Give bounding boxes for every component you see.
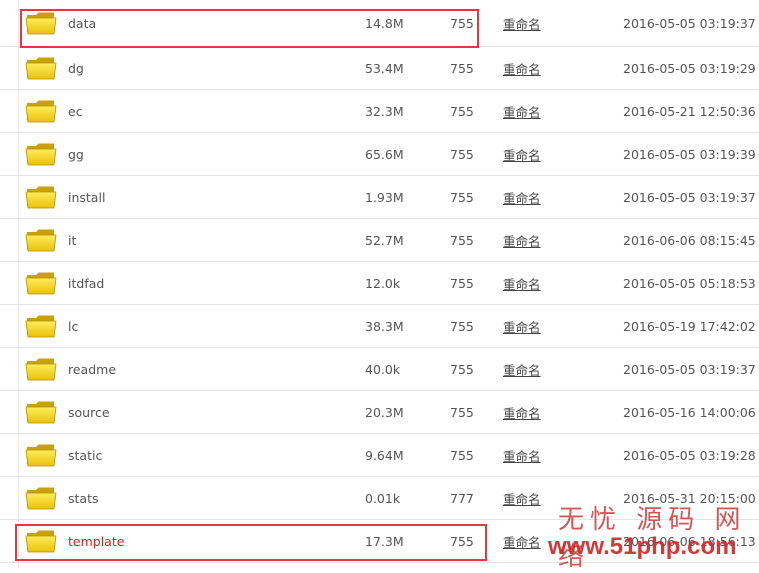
file-date: 2016-06-06 18:56:13 [623, 533, 756, 549]
file-date: 2016-05-05 03:19:29 [623, 60, 756, 76]
folder-icon [25, 176, 57, 218]
file-row[interactable]: template 17.3M 755 重命名 2016-06-06 18:56:… [0, 520, 759, 563]
file-permissions: 777 [450, 490, 474, 506]
file-permissions: 755 [450, 60, 474, 76]
file-name[interactable]: stats [68, 477, 99, 519]
file-permissions: 755 [450, 103, 474, 119]
folder-icon [25, 348, 57, 390]
folder-icon [25, 0, 57, 46]
file-permissions: 755 [450, 275, 474, 291]
file-date: 2016-05-05 03:19:37 [623, 15, 756, 31]
file-date: 2016-05-05 03:19:39 [623, 146, 756, 162]
file-size: 12.0k [365, 275, 401, 291]
folder-icon [25, 477, 57, 519]
rename-link[interactable]: 重命名 [503, 520, 541, 562]
file-row[interactable]: it 52.7M 755 重命名 2016-06-06 08:15:45 [0, 219, 759, 262]
file-size: 32.3M [365, 103, 404, 119]
file-permissions: 755 [450, 404, 474, 420]
file-date: 2016-05-21 12:50:36 [623, 103, 756, 119]
file-date: 2016-05-05 03:19:37 [623, 361, 756, 377]
file-row[interactable]: stats 0.01k 777 重命名 2016-05-31 20:15:00 [0, 477, 759, 520]
folder-icon [25, 219, 57, 261]
file-permissions: 755 [450, 447, 474, 463]
rename-link[interactable]: 重命名 [503, 219, 541, 261]
file-name[interactable]: data [68, 0, 96, 46]
file-row[interactable]: lc 38.3M 755 重命名 2016-05-19 17:42:02 [0, 305, 759, 348]
folder-icon [25, 133, 57, 175]
file-date: 2016-05-16 14:00:06 [623, 404, 756, 420]
file-size: 17.3M [365, 533, 404, 549]
rename-link[interactable]: 重命名 [503, 391, 541, 433]
rename-link[interactable]: 重命名 [503, 90, 541, 132]
file-size: 9.64M [365, 447, 404, 463]
file-date: 2016-06-06 08:15:45 [623, 232, 756, 248]
file-row[interactable]: gg 65.6M 755 重命名 2016-05-05 03:19:39 [0, 133, 759, 176]
file-size: 65.6M [365, 146, 404, 162]
rename-link[interactable]: 重命名 [503, 47, 541, 89]
file-name[interactable]: template [68, 520, 124, 562]
file-row[interactable]: itdfad 12.0k 755 重命名 2016-05-05 05:18:53 [0, 262, 759, 305]
file-row[interactable]: install 1.93M 755 重命名 2016-05-05 03:19:3… [0, 176, 759, 219]
file-row[interactable]: static 9.64M 755 重命名 2016-05-05 03:19:28 [0, 434, 759, 477]
file-row[interactable]: ec 32.3M 755 重命名 2016-05-21 12:50:36 [0, 90, 759, 133]
file-name[interactable]: itdfad [68, 262, 104, 304]
file-size: 0.01k [365, 490, 401, 506]
rename-link[interactable]: 重命名 [503, 176, 541, 218]
file-size: 1.93M [365, 189, 404, 205]
rename-link[interactable]: 重命名 [503, 0, 541, 46]
file-row[interactable]: source 20.3M 755 重命名 2016-05-16 14:00:06 [0, 391, 759, 434]
folder-icon [25, 434, 57, 476]
rename-link[interactable]: 重命名 [503, 305, 541, 347]
folder-icon [25, 47, 57, 89]
file-name[interactable]: lc [68, 305, 78, 347]
file-name[interactable]: dg [68, 47, 84, 89]
file-name[interactable]: ec [68, 90, 83, 132]
file-row[interactable]: dg 53.4M 755 重命名 2016-05-05 03:19:29 [0, 47, 759, 90]
file-permissions: 755 [450, 361, 474, 377]
file-permissions: 755 [450, 146, 474, 162]
file-permissions: 755 [450, 189, 474, 205]
folder-icon [25, 391, 57, 433]
file-date: 2016-05-05 05:18:53 [623, 275, 756, 291]
rename-link[interactable]: 重命名 [503, 133, 541, 175]
file-name[interactable]: source [68, 391, 110, 433]
folder-icon [25, 90, 57, 132]
rename-link[interactable]: 重命名 [503, 434, 541, 476]
file-row[interactable]: readme 40.0k 755 重命名 2016-05-05 03:19:37 [0, 348, 759, 391]
folder-icon [25, 305, 57, 347]
file-size: 40.0k [365, 361, 401, 377]
file-name[interactable]: install [68, 176, 105, 218]
file-name[interactable]: gg [68, 133, 84, 175]
rename-link[interactable]: 重命名 [503, 477, 541, 519]
file-date: 2016-05-31 20:15:00 [623, 490, 756, 506]
file-permissions: 755 [450, 533, 474, 549]
file-size: 20.3M [365, 404, 404, 420]
file-row[interactable]: data 14.8M 755 重命名 2016-05-05 03:19:37 [0, 0, 759, 47]
file-size: 52.7M [365, 232, 404, 248]
file-permissions: 755 [450, 318, 474, 334]
file-name[interactable]: static [68, 434, 102, 476]
file-size: 14.8M [365, 15, 404, 31]
rename-link[interactable]: 重命名 [503, 262, 541, 304]
file-name[interactable]: readme [68, 348, 116, 390]
rename-link[interactable]: 重命名 [503, 348, 541, 390]
file-size: 53.4M [365, 60, 404, 76]
file-list: data 14.8M 755 重命名 2016-05-05 03:19:37 d… [0, 0, 759, 563]
folder-icon [25, 262, 57, 304]
file-date: 2016-05-05 03:19:28 [623, 447, 756, 463]
file-size: 38.3M [365, 318, 404, 334]
file-date: 2016-05-19 17:42:02 [623, 318, 756, 334]
file-permissions: 755 [450, 15, 474, 31]
file-permissions: 755 [450, 232, 474, 248]
folder-icon [25, 520, 57, 562]
file-name[interactable]: it [68, 219, 76, 261]
file-date: 2016-05-05 03:19:37 [623, 189, 756, 205]
